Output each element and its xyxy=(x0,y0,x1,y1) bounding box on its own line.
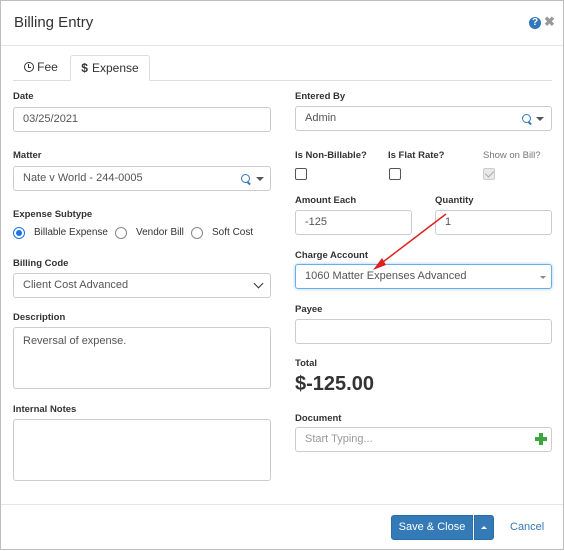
caret-up-icon xyxy=(481,526,487,529)
save-close-button[interactable]: Save & Close xyxy=(391,515,473,540)
save-options-button[interactable] xyxy=(474,515,494,540)
cancel-link[interactable]: Cancel xyxy=(510,521,544,533)
annotation-arrow xyxy=(373,213,447,270)
billing-entry-dialog: Billing Entry ? ✖ Fee $ Expense Date 03/2… xyxy=(0,0,564,550)
